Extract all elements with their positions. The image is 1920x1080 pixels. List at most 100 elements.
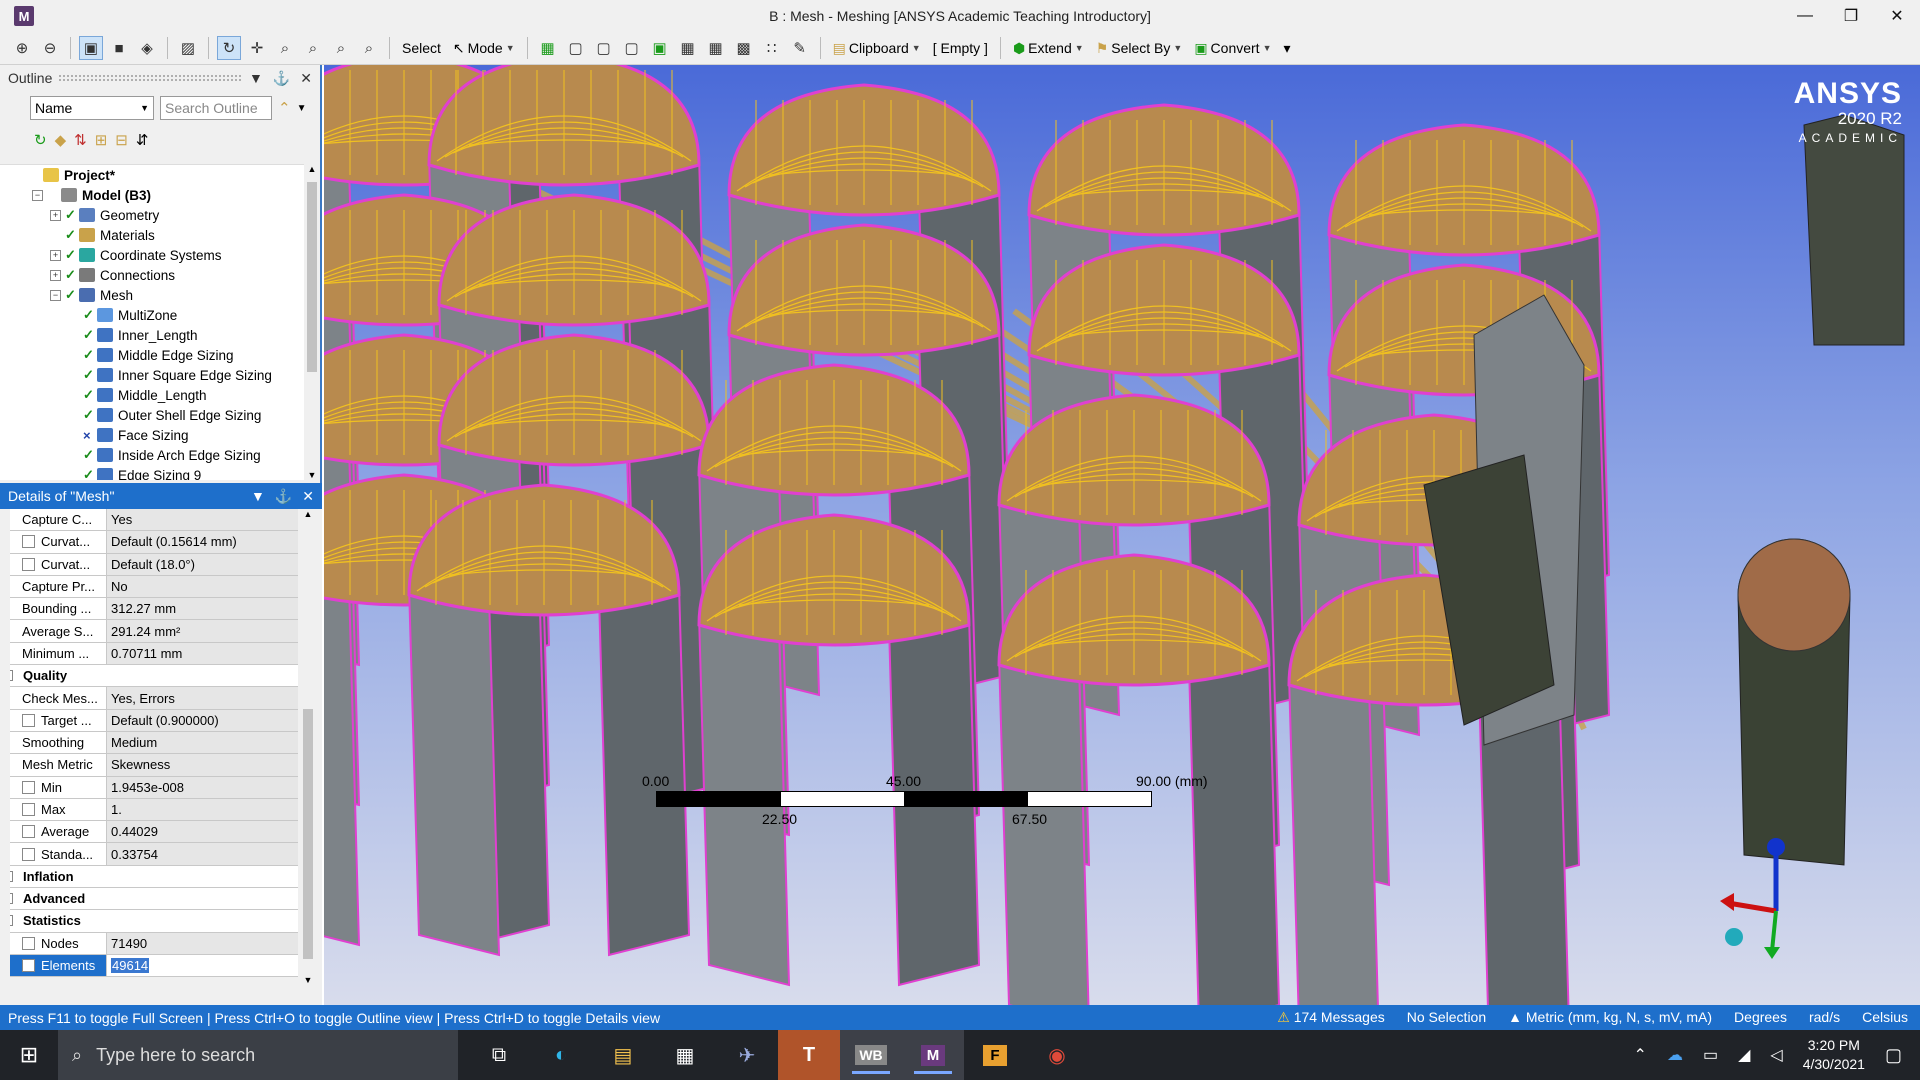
scroll-down-icon[interactable]: ▼ xyxy=(304,470,320,480)
property-value[interactable]: Yes, Errors xyxy=(107,687,298,709)
toolbar-overflow-icon[interactable]: ▾ xyxy=(1280,36,1295,60)
expand-all-icon[interactable]: ⊞ xyxy=(95,131,108,149)
meshing-icon[interactable]: M xyxy=(902,1030,964,1080)
convert-dropdown[interactable]: ▣ Convert ▼ xyxy=(1190,36,1275,60)
extend-dropdown[interactable]: ⬢ Extend ▼ xyxy=(1009,36,1088,60)
notifications-icon[interactable]: ▢ xyxy=(1885,1045,1902,1066)
details-property-row[interactable]: Minimum ... 0.70711 mm xyxy=(10,642,298,666)
messages-button[interactable]: ⚠ 174 Messages xyxy=(1277,1009,1385,1026)
tag-icon[interactable]: ◆ xyxy=(55,131,67,149)
parameter-checkbox[interactable] xyxy=(22,847,35,861)
store-icon[interactable]: ▦ xyxy=(654,1030,716,1080)
minimize-button[interactable]: — xyxy=(1782,0,1828,32)
tree-item[interactable]: ✓ Edge Sizing 9 xyxy=(0,465,306,480)
windows-start-icon[interactable]: ⊞ xyxy=(0,1030,58,1080)
parameter-checkbox[interactable] xyxy=(22,780,35,794)
tray-overflow-icon[interactable]: ⌃ xyxy=(1634,1045,1647,1065)
property-value[interactable]: No xyxy=(107,575,298,598)
select-mesh-icon[interactable]: ▦ xyxy=(704,36,728,60)
tree-item[interactable]: ✓ Inner Square Edge Sizing xyxy=(0,365,306,385)
chrome-icon[interactable]: ◉ xyxy=(1026,1030,1088,1080)
panel-menu-icon[interactable]: ▼ xyxy=(251,488,265,505)
search-up-icon[interactable]: ⌃ xyxy=(278,99,291,117)
edge-icon[interactable]: ◐ xyxy=(530,1030,592,1080)
workbench-icon[interactable]: WB xyxy=(840,1030,902,1080)
expand-icon[interactable]: + xyxy=(50,249,61,261)
property-value[interactable]: Skewness xyxy=(107,754,298,776)
sort-alpha-icon[interactable]: ⇵ xyxy=(136,131,149,149)
property-value[interactable]: 312.27 mm xyxy=(107,598,298,620)
tree-item[interactable]: ✓ Materials xyxy=(0,225,306,245)
details-property-row[interactable]: Capture C... Yes xyxy=(10,509,298,532)
refresh-icon[interactable]: ↻ xyxy=(34,131,47,149)
details-scroll-thumb[interactable] xyxy=(303,709,313,959)
tree-item[interactable]: ✓ Outer Shell Edge Sizing xyxy=(0,405,306,425)
collapse-icon[interactable]: − xyxy=(10,670,13,682)
scroll-down-icon[interactable]: ▼ xyxy=(300,975,316,985)
property-value[interactable]: 71490 xyxy=(107,932,298,954)
clock[interactable]: 3:20 PM 4/30/2021 xyxy=(1803,1036,1865,1074)
rotation-units[interactable]: rad/s xyxy=(1809,1009,1840,1026)
select-edge-icon[interactable]: ▢ xyxy=(564,36,588,60)
parameter-checkbox[interactable] xyxy=(22,535,35,549)
property-value[interactable]: Default (18.0°) xyxy=(107,553,298,575)
rotate-icon[interactable]: ↻ xyxy=(217,36,241,60)
property-value[interactable]: Default (0.900000) xyxy=(107,709,298,731)
tree-item[interactable]: ✓ Inside Arch Edge Sizing xyxy=(0,445,306,465)
select-face-icon[interactable]: ▢ xyxy=(592,36,616,60)
property-value[interactable]: 0.44029 xyxy=(107,821,298,843)
property-value[interactable]: 49614 xyxy=(107,954,298,977)
battery-icon[interactable]: ▭ xyxy=(1703,1045,1718,1065)
details-property-row[interactable]: Curvat... Default (18.0°) xyxy=(10,553,298,576)
details-scrollbar[interactable]: ▲ ▼ xyxy=(300,509,316,985)
tree-item[interactable]: − Model (B3) xyxy=(0,185,306,205)
collapse-icon[interactable]: − xyxy=(32,189,43,201)
property-value[interactable]: 291.24 mm² xyxy=(107,620,298,642)
outline-search-input[interactable]: Search Outline xyxy=(160,96,272,120)
collapse-icon[interactable]: − xyxy=(10,915,13,927)
tree-item[interactable]: + ✓ Geometry xyxy=(0,205,306,225)
search-options-icon[interactable]: ▼ xyxy=(297,103,307,114)
zoom-fit-icon[interactable]: ⌕ xyxy=(329,36,353,60)
scroll-up-icon[interactable]: ▲ xyxy=(304,164,320,178)
taskbar-search-input[interactable]: ⌕ Type here to search xyxy=(58,1030,458,1080)
outline-filter-select[interactable]: Name ▼ xyxy=(30,96,154,120)
details-property-row[interactable]: Nodes 71490 xyxy=(10,932,298,955)
tree-item[interactable]: Project* xyxy=(0,165,306,185)
file-explorer-icon[interactable]: ▤ xyxy=(592,1030,654,1080)
details-group-row[interactable]: + Advanced xyxy=(10,888,298,911)
details-property-row[interactable]: Mesh Metric Skewness xyxy=(10,754,298,777)
spaceclaim-icon[interactable]: ✈ xyxy=(716,1030,778,1080)
details-group-row[interactable]: + Inflation xyxy=(10,865,298,889)
parameter-checkbox[interactable] xyxy=(22,557,35,571)
details-property-row[interactable]: Target ... Default (0.900000) xyxy=(10,709,298,732)
select-element-icon[interactable]: ▣ xyxy=(648,36,672,60)
expand-icon[interactable]: + xyxy=(50,269,61,281)
outline-scroll-thumb[interactable] xyxy=(307,182,317,372)
parameter-checkbox[interactable] xyxy=(22,959,35,973)
select-vertex-icon[interactable]: ▦ xyxy=(536,36,560,60)
view-cube-icon[interactable]: ▣ xyxy=(79,36,103,60)
collapse-icon[interactable]: ⊟ xyxy=(115,131,128,149)
details-group-row[interactable]: −Quality xyxy=(10,665,298,688)
details-property-row[interactable]: Bounding ... 312.27 mm xyxy=(10,598,298,621)
close-button[interactable]: ✕ xyxy=(1874,0,1920,32)
tree-item[interactable]: ✓ Middle_Length xyxy=(0,385,306,405)
shaded-icon[interactable]: ■ xyxy=(107,36,131,60)
tree-item[interactable]: − ✓ Mesh xyxy=(0,285,306,305)
units-button[interactable]: ▲ Metric (mm, kg, N, s, mV, mA) xyxy=(1508,1009,1712,1026)
volume-icon[interactable]: ◁ xyxy=(1770,1045,1782,1065)
select-body-icon[interactable]: ▢ xyxy=(620,36,644,60)
parameter-checkbox[interactable] xyxy=(22,825,35,839)
scroll-up-icon[interactable]: ▲ xyxy=(300,509,316,523)
sort-icon[interactable]: ⇅ xyxy=(74,131,87,149)
tree-item[interactable]: ✓ MultiZone xyxy=(0,305,306,325)
wireframe-icon[interactable]: ◈ xyxy=(135,36,159,60)
zoom-out-icon[interactable]: ⊖ xyxy=(38,36,62,60)
zoom-icon[interactable]: ⌕ xyxy=(273,36,297,60)
task-view-icon[interactable]: ⧉ xyxy=(468,1030,530,1080)
details-property-row[interactable]: Check Mes... Yes, Errors xyxy=(10,687,298,710)
close-icon[interactable]: ✕ xyxy=(300,70,312,87)
property-value[interactable]: 0.33754 xyxy=(107,843,298,865)
property-value[interactable]: 1. xyxy=(107,798,298,821)
